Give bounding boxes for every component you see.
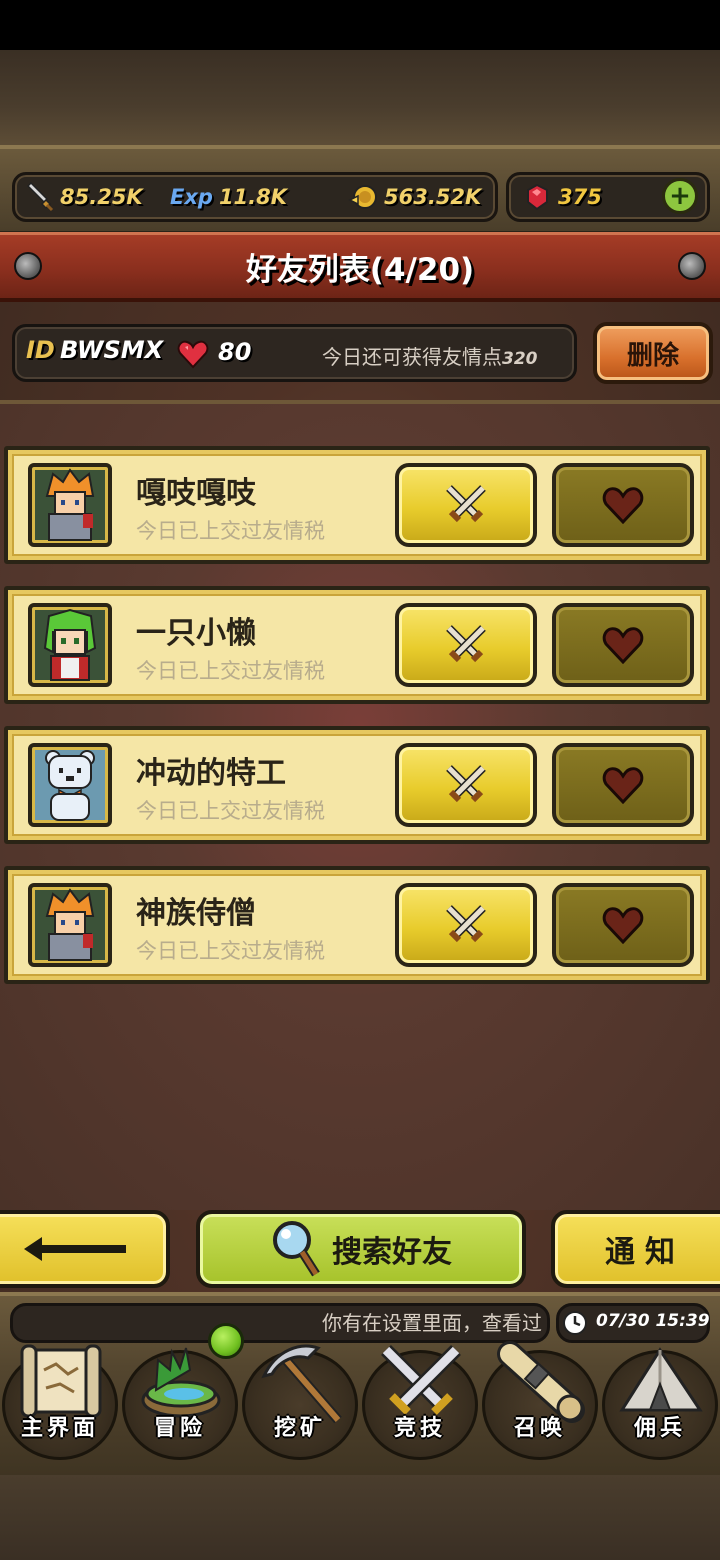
heart-count: 80: [218, 338, 252, 366]
sword-icon: [24, 182, 54, 212]
player-id: BWSMX: [60, 336, 164, 364]
nav-label: 冒险: [153, 1416, 206, 1441]
friend-status: 今日已上交过友情税: [136, 939, 325, 963]
crossed-swords-icon: [446, 625, 486, 663]
friend-name: 嘎吱嘎吱: [136, 476, 256, 511]
exp-icon: Exp: [170, 185, 213, 209]
nav-label: 主界面: [20, 1416, 99, 1441]
page-title: 好友列表(4/20): [245, 252, 475, 288]
friend-points-text: 今日还可获得友情点: [322, 345, 502, 369]
nav-summon[interactable]: 召唤: [482, 1340, 598, 1460]
heart-icon: [177, 340, 209, 369]
ruby-gem-icon: [522, 182, 552, 212]
map-texture-bottom: [0, 1475, 720, 1560]
heart-icon: [602, 487, 644, 524]
gold-value: 563.52K: [384, 185, 482, 209]
friend-name: 一只小懒: [136, 616, 256, 651]
friend-name: 神族侍僧: [136, 896, 256, 931]
notice-button[interactable]: 通知: [551, 1210, 720, 1288]
friend-status: 今日已上交过友情税: [136, 519, 325, 543]
heart-icon: [602, 907, 644, 944]
gold-resource: 563.52K: [348, 180, 481, 214]
map-texture-top: [0, 50, 720, 145]
challenge-button[interactable]: [395, 743, 537, 827]
send-heart-button[interactable]: [552, 883, 694, 967]
orange-hair-knight-icon: [45, 888, 95, 961]
nav-mining[interactable]: 挖矿: [242, 1340, 358, 1460]
challenge-button[interactable]: [395, 883, 537, 967]
crossed-swords-icon: [446, 485, 486, 523]
friend-name: 冲动的特工: [136, 756, 286, 791]
nav-label: 召唤: [513, 1416, 566, 1441]
gem-value: 375: [558, 185, 602, 209]
nav-arena[interactable]: 竞技: [362, 1340, 478, 1460]
friend-points-value: 320: [502, 349, 538, 369]
attack-resource: 85.25K: [24, 180, 143, 214]
delete-button[interactable]: 删除: [593, 322, 713, 384]
ticker-text: 你有在设置里面，查看过: [322, 1311, 542, 1335]
nav-main[interactable]: 主界面: [2, 1340, 118, 1460]
arrow-left-icon: [24, 1237, 126, 1261]
heart-icon: [602, 767, 644, 804]
gold-coin-icon: [348, 182, 378, 212]
green-hair-girl-icon: [43, 608, 97, 681]
notification-dot: [208, 1323, 244, 1359]
orange-hair-knight-icon: [45, 468, 95, 541]
status-bar: [0, 0, 720, 50]
date-time: 07/30 15:39: [596, 1311, 710, 1331]
challenge-button[interactable]: [395, 463, 537, 547]
attack-value: 85.25K: [60, 185, 143, 209]
friend-points-remaining: 今日还可获得友情点320: [322, 341, 538, 370]
nav-label: 竞技: [393, 1416, 446, 1441]
crossed-swords-icon: [446, 765, 486, 803]
send-heart-button[interactable]: [552, 463, 694, 547]
friend-status: 今日已上交过友情税: [136, 659, 325, 683]
heart-icon: [602, 627, 644, 664]
search-friends-button[interactable]: 搜索好友: [196, 1210, 526, 1288]
friend-avatar[interactable]: [28, 743, 112, 827]
friend-avatar[interactable]: [28, 463, 112, 547]
gem-resource: 375: [522, 180, 602, 214]
friend-avatar[interactable]: [28, 603, 112, 687]
send-heart-button[interactable]: [552, 743, 694, 827]
plus-icon: +: [669, 181, 691, 211]
search-friends-label: 搜索好友: [332, 1235, 452, 1270]
nav-label: 佣兵: [633, 1416, 686, 1441]
exp-resource: Exp 11.8K: [170, 180, 287, 214]
magnifier-icon: [273, 1221, 320, 1277]
exp-value: 11.8K: [218, 185, 288, 209]
friend-status: 今日已上交过友情税: [136, 799, 325, 823]
crossed-swords-icon: [446, 905, 486, 943]
back-button[interactable]: [0, 1210, 170, 1288]
nav-label: 挖矿: [273, 1416, 326, 1441]
challenge-button[interactable]: [395, 603, 537, 687]
add-gems-button[interactable]: +: [662, 178, 698, 214]
friend-avatar[interactable]: [28, 883, 112, 967]
nav-mercenary[interactable]: 佣兵: [602, 1340, 718, 1460]
clock-icon: [563, 1311, 587, 1335]
send-heart-button[interactable]: [552, 603, 694, 687]
id-label: ID: [26, 336, 55, 364]
white-bear-icon: [45, 750, 95, 821]
